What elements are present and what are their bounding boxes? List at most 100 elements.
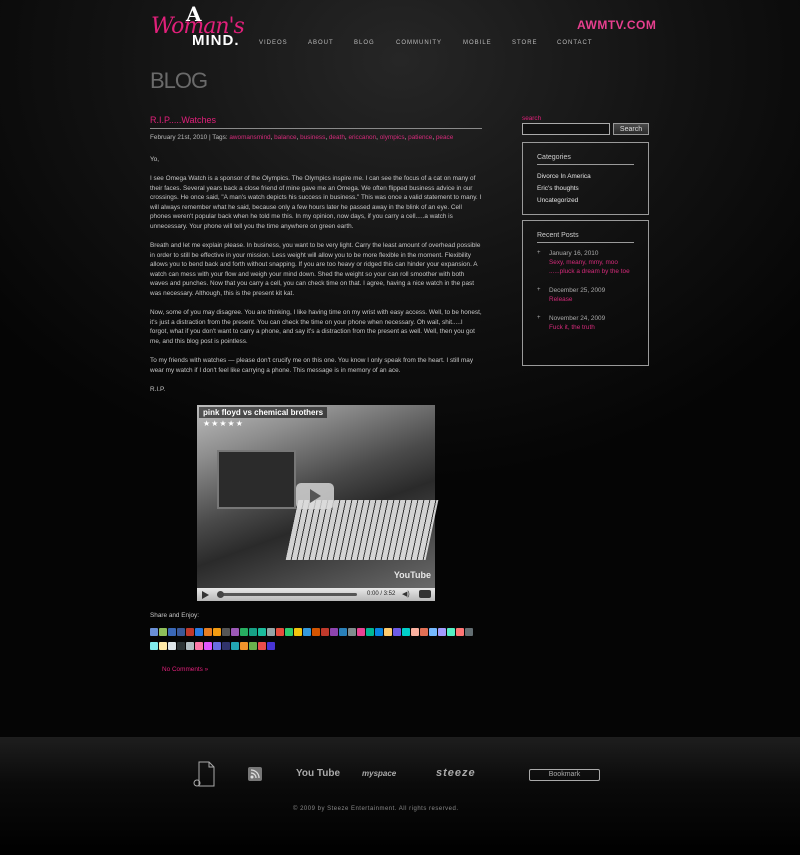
share-service-icon[interactable]: [231, 641, 239, 650]
share-service-icon[interactable]: [348, 628, 356, 636]
share-service-icon[interactable]: [204, 628, 212, 636]
share-service-icon[interactable]: [429, 628, 437, 636]
share-service-icon[interactable]: [420, 628, 428, 636]
share-service-icon[interactable]: [267, 628, 275, 636]
post-title[interactable]: R.I.P.....Watches: [150, 115, 482, 129]
recent-post-link[interactable]: Sexy, meany, mmy, moo ......pluck a drea…: [549, 258, 634, 276]
video-title[interactable]: pink floyd vs chemical brothers: [199, 406, 328, 418]
comments-link[interactable]: No Comments »: [162, 665, 482, 675]
share-service-icon[interactable]: [150, 628, 158, 636]
share-service-icon[interactable]: [168, 641, 176, 650]
post-paragraph: R.I.P.: [150, 386, 166, 393]
share-service-icon[interactable]: [195, 628, 203, 636]
share-service-icon[interactable]: [276, 628, 284, 636]
tag-link[interactable]: peace: [436, 134, 453, 141]
tag-link[interactable]: patience: [408, 134, 432, 141]
steeze-link[interactable]: steeze: [436, 767, 476, 779]
category-link[interactable]: Divorce In America: [537, 171, 634, 183]
category-link[interactable]: Uncategorized: [537, 195, 634, 207]
share-service-icon[interactable]: [186, 628, 194, 636]
share-service-icon[interactable]: [222, 641, 230, 650]
tag-link[interactable]: olympics: [380, 134, 405, 141]
post-paragraph: Yo,: [150, 155, 160, 163]
share-service-icon[interactable]: [438, 628, 446, 636]
share-service-icon[interactable]: [177, 628, 185, 636]
tag-link[interactable]: balance: [274, 134, 296, 141]
tag-link[interactable]: ericcanon: [348, 134, 376, 141]
share-service-icon[interactable]: [285, 628, 293, 636]
share-service-icon[interactable]: [366, 628, 374, 636]
share-service-icon[interactable]: [303, 628, 311, 636]
share-service-icon[interactable]: [195, 641, 203, 650]
share-service-icon[interactable]: [384, 628, 392, 636]
recent-post-link[interactable]: Fuck it, the truth: [549, 323, 634, 332]
share-service-icon[interactable]: [240, 641, 248, 650]
youtube-link[interactable]: You Tube: [296, 768, 340, 779]
tag-link[interactable]: death: [329, 134, 345, 141]
video-player[interactable]: pink floyd vs chemical brothers ★★★★★ Yo…: [197, 404, 439, 601]
recent-post-date: November 24, 2009: [549, 315, 606, 322]
share-service-icon[interactable]: [402, 628, 410, 636]
sidebar: search Search Categories Divorce In Amer…: [522, 115, 649, 366]
share-service-icon[interactable]: [465, 628, 473, 636]
video-scene-device: [217, 449, 296, 509]
bookmark-button[interactable]: Bookmark: [529, 769, 600, 781]
share-service-icon[interactable]: [249, 628, 257, 636]
share-service-icon[interactable]: [393, 628, 401, 636]
myspace-link[interactable]: myspace: [362, 769, 396, 778]
nav-community[interactable]: COMMUNITY: [396, 40, 442, 46]
recent-post-link[interactable]: Release: [549, 295, 634, 304]
nav-mobile[interactable]: MOBILE: [463, 40, 492, 46]
nav-videos[interactable]: VIDEOS: [259, 40, 288, 46]
seek-bar[interactable]: [217, 592, 357, 596]
share-service-icon[interactable]: [168, 628, 176, 636]
volume-icon[interactable]: ◀): [402, 590, 410, 600]
page-title: BLOG: [150, 68, 208, 93]
tag-link[interactable]: business: [300, 134, 325, 141]
share-service-icon[interactable]: [330, 628, 338, 636]
search-button[interactable]: Search: [613, 123, 649, 135]
share-service-icon[interactable]: [294, 628, 302, 636]
share-service-icon[interactable]: [213, 628, 221, 636]
site-url[interactable]: AWMTV.COM: [577, 18, 656, 32]
youtube-watermark[interactable]: YouTube: [394, 570, 431, 581]
share-service-icon[interactable]: [447, 628, 455, 636]
share-service-icon[interactable]: [150, 641, 158, 650]
rss-icon[interactable]: [248, 767, 262, 781]
share-service-icon[interactable]: [249, 641, 257, 650]
share-service-icon[interactable]: [411, 628, 419, 636]
search-form: Search: [522, 123, 649, 137]
play-icon[interactable]: [296, 482, 334, 509]
share-service-icon[interactable]: [231, 628, 239, 636]
share-service-icon[interactable]: [312, 628, 320, 636]
share-service-icon[interactable]: [159, 628, 167, 636]
share-service-icon[interactable]: [456, 628, 464, 636]
play-button-icon[interactable]: [202, 590, 209, 599]
nav-store[interactable]: STORE: [512, 40, 538, 46]
share-service-icon[interactable]: [204, 641, 212, 650]
search-input[interactable]: [522, 123, 610, 135]
share-service-icon[interactable]: [339, 628, 347, 636]
share-service-icon[interactable]: [222, 628, 230, 636]
new-document-icon[interactable]: [193, 761, 215, 787]
share-service-icon[interactable]: [240, 628, 248, 636]
share-service-icon[interactable]: [186, 641, 194, 650]
share-service-icon[interactable]: [267, 641, 275, 650]
search-label: search: [522, 115, 542, 122]
nav-about[interactable]: ABOUT: [308, 40, 334, 46]
nav-blog[interactable]: BLOG: [354, 40, 375, 46]
share-service-icon[interactable]: [159, 641, 167, 650]
nav-contact[interactable]: CONTACT: [557, 40, 593, 46]
seek-handle[interactable]: [217, 590, 224, 598]
share-service-icon[interactable]: [357, 628, 365, 636]
site-logo[interactable]: A Woman's MIND.: [151, 2, 251, 50]
share-service-icon[interactable]: [258, 641, 266, 650]
fullscreen-icon[interactable]: [419, 589, 431, 598]
share-service-icon[interactable]: [213, 641, 221, 650]
tag-link[interactable]: awomansmind: [229, 134, 270, 141]
share-service-icon[interactable]: [375, 628, 383, 636]
share-service-icon[interactable]: [258, 628, 266, 636]
category-link[interactable]: Eric's thoughts: [537, 183, 634, 195]
share-service-icon[interactable]: [177, 641, 185, 650]
share-service-icon[interactable]: [321, 628, 329, 636]
